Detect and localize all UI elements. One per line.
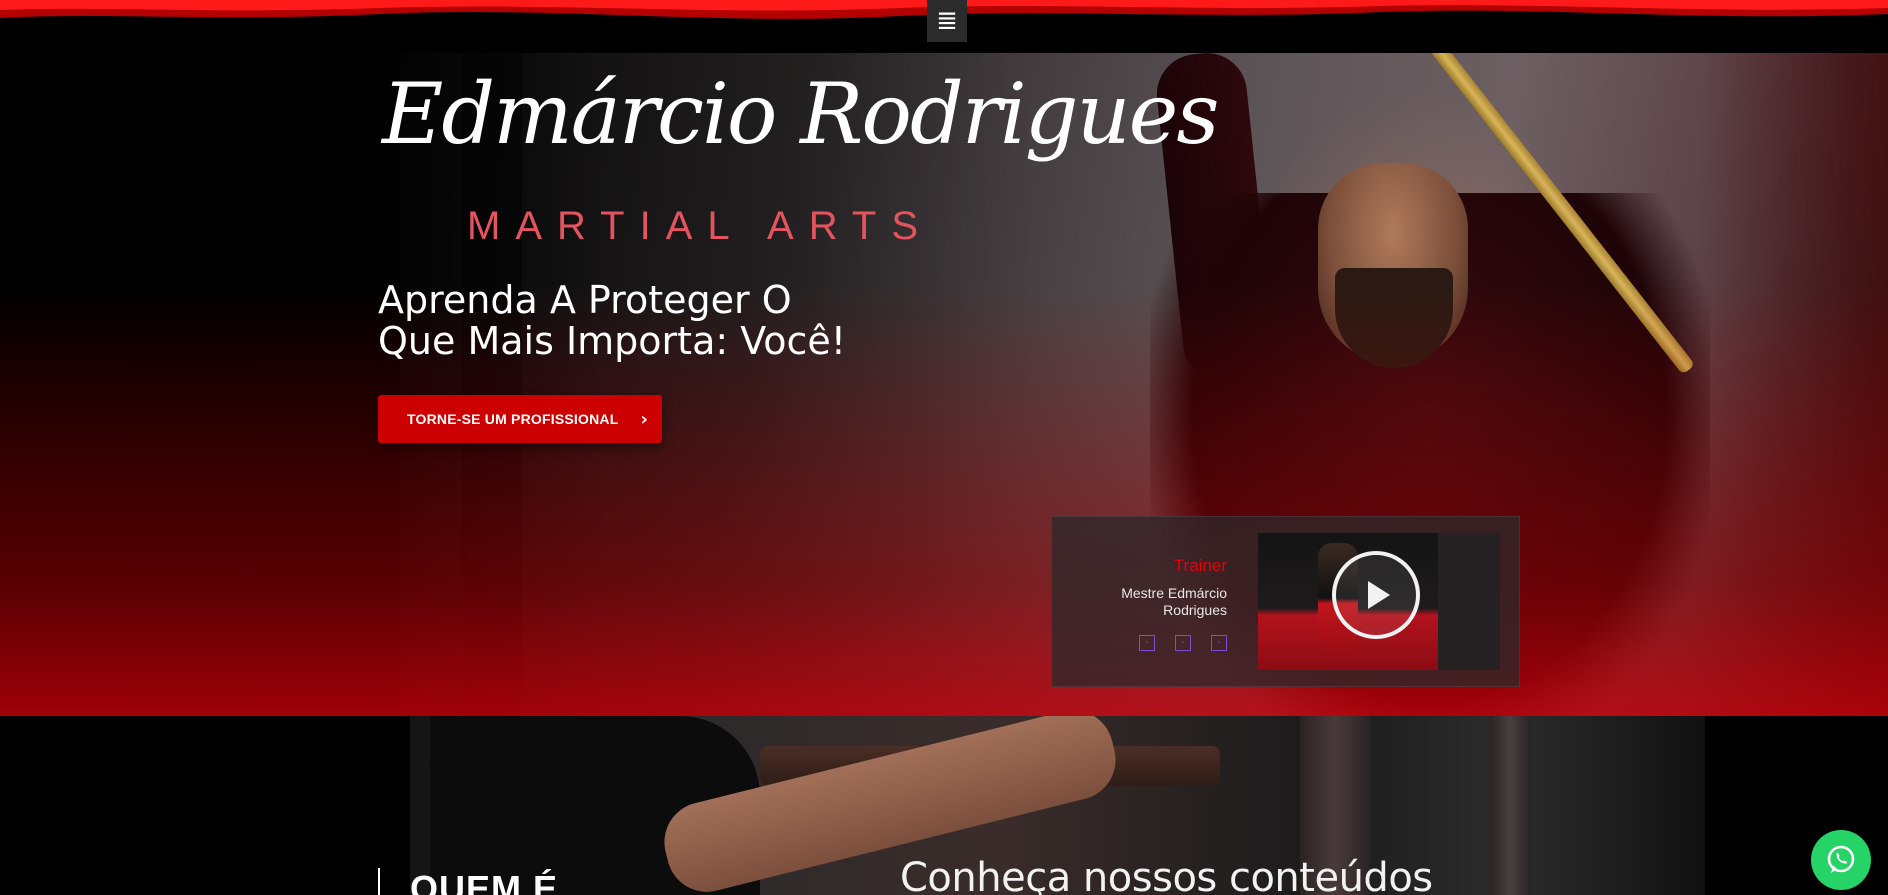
whatsapp-button[interactable]	[1811, 830, 1871, 890]
play-icon[interactable]	[1332, 551, 1420, 639]
whatsapp-icon	[1827, 845, 1855, 873]
trainer-video-thumbnail[interactable]	[1258, 533, 1500, 670]
cta-label: TORNE-SE UM PROFISSIONAL	[407, 411, 619, 427]
hero-headline-line1: Aprenda A Proteger O	[378, 278, 792, 322]
trainer-name: Mestre Edmárcio Rodrigues	[1121, 585, 1227, 618]
about-title: QUEM É	[410, 868, 559, 895]
social-icon[interactable]: ▫	[1211, 635, 1227, 651]
hero-headline-line2: Que Mais Importa: Você!	[378, 319, 847, 363]
content-title: Conheça nossos conteúdos	[900, 855, 1433, 895]
hamburger-menu-icon: ≣	[936, 6, 958, 36]
hero-headline: Aprenda A Proteger O Que Mais Importa: V…	[378, 280, 846, 362]
logo-script-text: Edmárcio Rodrigues	[382, 65, 1219, 163]
top-bar: ≣	[0, 0, 1888, 53]
social-icon[interactable]: ▫	[1139, 635, 1155, 651]
chevron-right-icon: ›	[640, 408, 648, 430]
section-title-bar	[378, 868, 380, 895]
become-professional-button[interactable]: TORNE-SE UM PROFISSIONAL ›	[378, 395, 662, 443]
play-triangle	[1368, 581, 1390, 609]
about-wooden-post-2	[1490, 716, 1530, 895]
trainer-social-links: ▫ ▫ ▫	[1139, 635, 1227, 651]
trainer-title: Trainer	[1173, 556, 1227, 575]
about-section: QUEM É Conheça nossos conteúdos	[0, 716, 1888, 895]
site-logo[interactable]: Edmárcio Rodrigues MARTIAL ARTS	[382, 72, 1219, 252]
trainer-card: Trainer Mestre Edmárcio Rodrigues ▫ ▫ ▫	[1051, 516, 1520, 687]
social-icon[interactable]: ▫	[1175, 635, 1191, 651]
menu-button[interactable]: ≣	[927, 0, 967, 42]
video-thumb-wall	[1438, 533, 1500, 670]
logo-subtitle: MARTIAL ARTS	[467, 204, 934, 248]
